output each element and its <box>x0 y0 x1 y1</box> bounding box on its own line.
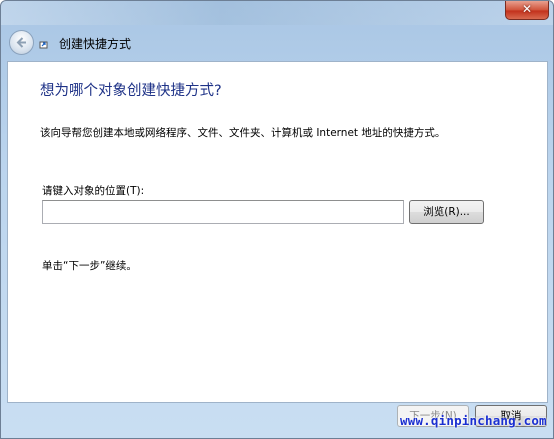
description-text: 该向导帮您创建本地或网络程序、文件、文件夹、计算机或 Internet 地址的快… <box>40 127 446 139</box>
browse-button[interactable]: 浏览(R)... <box>409 200 484 224</box>
wizard-nav-bar: 创建快捷方式 <box>1 25 553 61</box>
shortcut-icon <box>39 41 48 49</box>
wizard-title: 创建快捷方式 <box>59 37 132 51</box>
wizard-content: 想为哪个对象创建快捷方式? 该向导帮您创建本地或网络程序、文件、文件夹、计算机或… <box>7 61 548 403</box>
location-label: 请键入对象的位置(T): <box>42 185 145 197</box>
location-input[interactable] <box>42 200 404 224</box>
page-heading: 想为哪个对象创建快捷方式? <box>40 83 222 99</box>
back-button[interactable] <box>9 30 34 55</box>
back-arrow-icon <box>16 37 26 48</box>
title-bar <box>1 1 553 25</box>
wizard-window: ✕ 创建快捷方式 想为哪个对象创建快捷方式? 该向导帮您创建本地或网络程序、文件… <box>0 0 554 439</box>
watermark-text: www.qinpinchang.com <box>400 413 547 428</box>
close-button[interactable]: ✕ <box>505 1 549 20</box>
hint-text: 单击“下一步”继续。 <box>42 260 137 272</box>
